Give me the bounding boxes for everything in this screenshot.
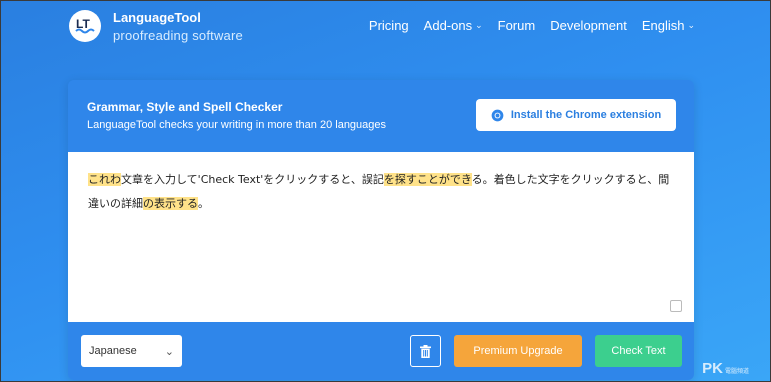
checker-card: Grammar, Style and Spell Checker Languag… bbox=[68, 80, 694, 380]
nav-label: English bbox=[641, 18, 685, 33]
watermark-small-text: 電腦頻道 bbox=[724, 369, 749, 375]
nav-label: Development bbox=[550, 18, 627, 33]
install-chrome-extension-button[interactable]: Install the Chrome extension bbox=[476, 99, 676, 131]
watermark-text: PK bbox=[702, 360, 723, 377]
chrome-icon bbox=[491, 109, 504, 121]
watermark-logo: PK 電腦頻道 bbox=[702, 360, 749, 377]
trash-icon bbox=[420, 344, 431, 358]
nav-label: Forum bbox=[497, 18, 536, 33]
language-select-value: Japanese bbox=[89, 345, 137, 357]
editor-text-segment: 文章を入力して'Check Text'をクリックすると、誤記 bbox=[121, 173, 384, 186]
card-subtitle: LanguageTool checks your writing in more… bbox=[87, 119, 387, 131]
editor-content[interactable]: これわ文章を入力して'Check Text'をクリックすると、誤記を探すことがで… bbox=[88, 168, 674, 216]
premium-upgrade-button[interactable]: Premium Upgrade bbox=[454, 335, 582, 367]
clear-text-button[interactable] bbox=[410, 335, 441, 367]
nav-label: Add-ons bbox=[423, 18, 473, 33]
card-header: Grammar, Style and Spell Checker Languag… bbox=[68, 80, 694, 152]
chevron-down-icon: ⌄ bbox=[475, 20, 483, 30]
chevron-down-icon: ⌄ bbox=[164, 345, 174, 358]
brand-name[interactable]: LanguageTool bbox=[113, 10, 201, 25]
nav-development[interactable]: Development bbox=[550, 18, 627, 33]
nav-add-ons[interactable]: Add-ons ⌄ bbox=[424, 18, 483, 33]
top-nav: Pricing Add-ons ⌄ Forum Development Engl… bbox=[369, 18, 695, 33]
card-title: Grammar, Style and Spell Checker bbox=[87, 100, 283, 114]
check-text-button[interactable]: Check Text bbox=[595, 335, 682, 367]
highlighted-error-text[interactable]: の表示する bbox=[143, 197, 198, 210]
chevron-down-icon: ⌄ bbox=[687, 20, 695, 30]
chrome-button-label: Install the Chrome extension bbox=[510, 109, 662, 121]
card-footer: Japanese ⌄ Premium Upgrade Check Text bbox=[68, 322, 694, 380]
nav-language[interactable]: English ⌄ bbox=[642, 18, 695, 33]
language-select[interactable]: Japanese ⌄ bbox=[81, 335, 182, 367]
highlighted-error-text[interactable]: を探すことができ bbox=[383, 173, 472, 186]
editor-text-segment: 。 bbox=[198, 197, 209, 210]
nav-forum[interactable]: Forum bbox=[498, 18, 536, 33]
nav-pricing[interactable]: Pricing bbox=[369, 18, 409, 33]
resize-handle-icon[interactable] bbox=[670, 300, 682, 312]
languagetool-logo-icon[interactable]: LT bbox=[69, 10, 101, 42]
highlighted-error-text[interactable]: これわ bbox=[88, 173, 121, 186]
text-editor[interactable]: これわ文章を入力して'Check Text'をクリックすると、誤記を探すことがで… bbox=[68, 152, 694, 322]
nav-label: Pricing bbox=[368, 18, 409, 33]
brand-tagline: proofreading software bbox=[113, 28, 243, 43]
